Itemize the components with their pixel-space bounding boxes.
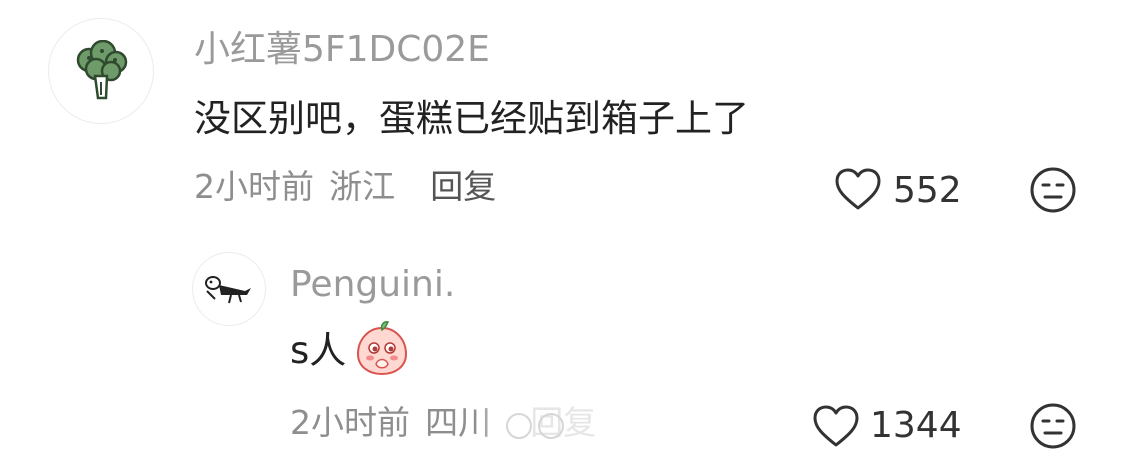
dislike-button[interactable] xyxy=(1029,166,1077,214)
comment-avatar[interactable] xyxy=(48,18,154,124)
comment-time: 2小时前 xyxy=(194,167,314,206)
reply-time: 2小时前 xyxy=(290,403,410,442)
comment-location: 浙江 xyxy=(329,167,396,206)
neutral-face-icon xyxy=(1030,167,1076,213)
heart-outline-icon xyxy=(813,405,859,447)
reply-dislike-button[interactable] xyxy=(1029,402,1077,450)
penguin-sketch-icon xyxy=(205,276,251,304)
reply-like-count: 1344 xyxy=(870,405,962,446)
reply-username[interactable]: Penguini. xyxy=(290,267,455,303)
like-count: 552 xyxy=(893,170,962,211)
reply-button[interactable]: 回复 xyxy=(430,167,496,206)
comment-username[interactable]: 小红薯5F1DC02E xyxy=(194,32,490,68)
heart-outline-icon xyxy=(835,168,881,210)
like-button[interactable] xyxy=(834,167,882,211)
reply-avatar[interactable] xyxy=(192,252,266,326)
watermark-icon xyxy=(506,413,532,439)
comment-meta: 2小时前 浙江 回复 xyxy=(194,170,496,203)
reply-text: s人 xyxy=(290,328,347,372)
neutral-face-icon xyxy=(1030,403,1076,449)
broccoli-icon xyxy=(76,40,128,100)
watermark-overlay xyxy=(478,405,648,445)
watermark-icon xyxy=(538,413,564,439)
reply-like-button[interactable] xyxy=(812,404,860,448)
comment-text: 没区别吧，蛋糕已经贴到箱子上了 xyxy=(194,97,749,140)
peach-covering-mouth-emoji xyxy=(352,320,412,380)
reply-text-row: s人 xyxy=(290,320,412,380)
